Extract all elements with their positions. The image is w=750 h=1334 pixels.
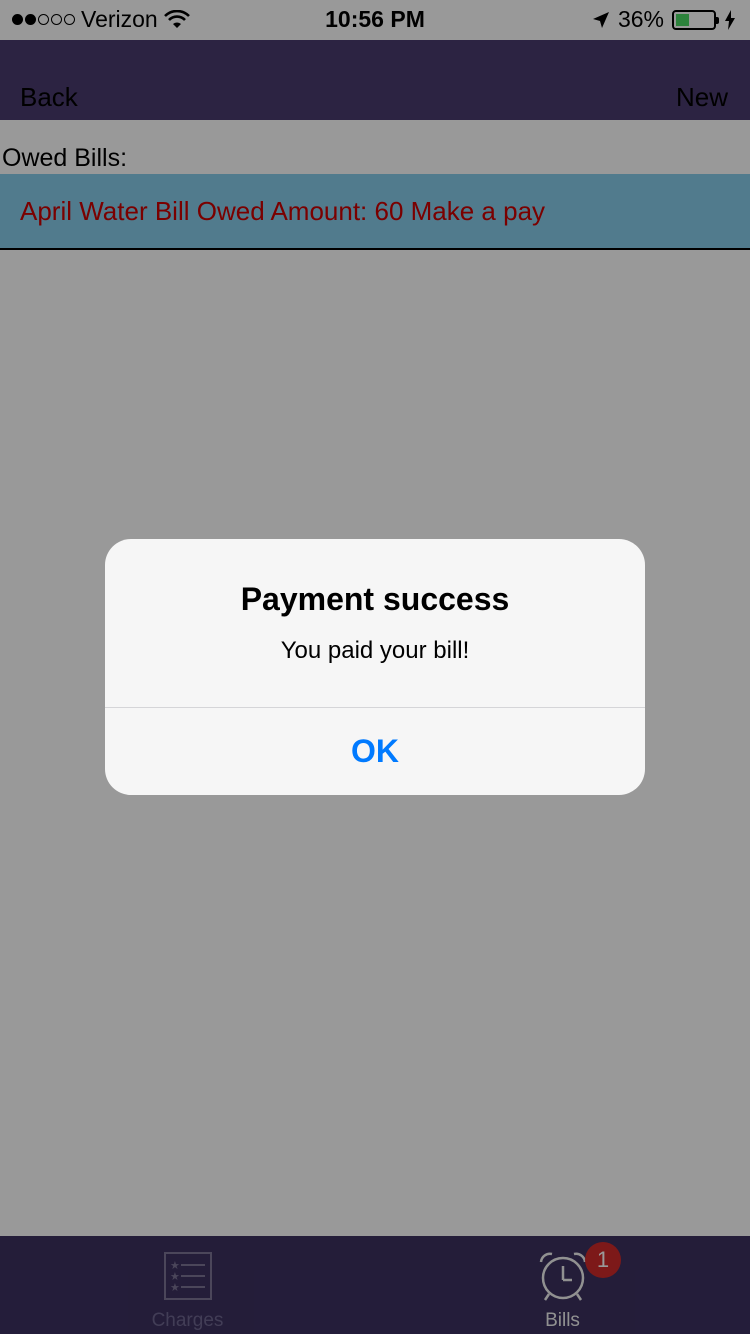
payment-alert-dialog: Payment success You paid your bill! OK bbox=[105, 539, 645, 795]
ok-button[interactable]: OK bbox=[105, 708, 645, 795]
alert-message: You paid your bill! bbox=[280, 637, 470, 664]
alert-title: Payment success bbox=[240, 581, 510, 617]
